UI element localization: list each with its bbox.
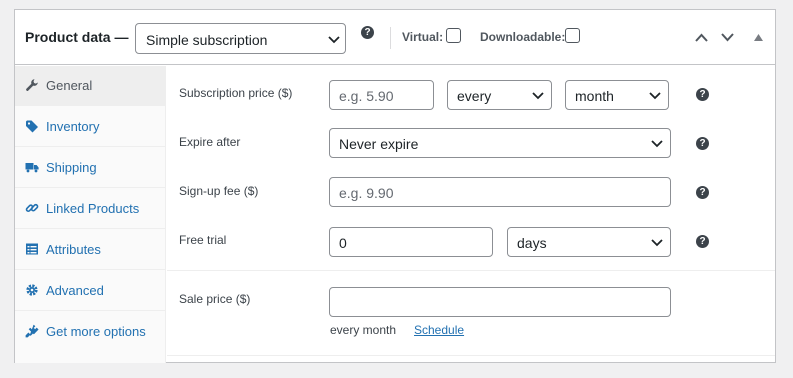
tab-shipping[interactable]: Shipping xyxy=(15,148,166,188)
expire-after-label: Expire after xyxy=(179,135,241,149)
list-icon xyxy=(26,243,38,255)
product-type-select[interactable]: Simple subscription xyxy=(135,23,346,54)
free-trial-period-select[interactable]: days xyxy=(507,227,671,257)
tab-general-label: General xyxy=(46,78,93,93)
sale-price-description: every month xyxy=(330,323,397,337)
tab-inventory[interactable]: Inventory xyxy=(15,107,166,147)
truck-icon xyxy=(25,163,39,173)
general-options-panel: Subscription price ($) e.g. 5.90 every m… xyxy=(167,66,775,363)
tab-advanced-label: Advanced xyxy=(46,283,104,298)
schedule-link[interactable]: Schedule xyxy=(414,323,464,337)
chevron-down-icon xyxy=(328,36,340,44)
free-trial-length-value: 0 xyxy=(339,235,347,251)
tab-advanced[interactable]: Advanced xyxy=(15,271,166,311)
collapse-toggle-icon[interactable] xyxy=(754,34,763,41)
tab-general[interactable]: General xyxy=(15,66,166,106)
plugin-icon xyxy=(25,324,39,338)
sale-price-label: Sale price ($) xyxy=(179,292,251,306)
product-type-help-icon[interactable]: ? xyxy=(361,26,374,39)
tab-shipping-label: Shipping xyxy=(46,160,97,175)
chevron-down-icon xyxy=(649,92,661,100)
tab-attributes[interactable]: Attributes xyxy=(15,230,166,270)
chevron-down-icon xyxy=(651,239,663,247)
product-data-tabs: General Inventory Shipping Linked Produc… xyxy=(15,66,166,363)
wrench-icon xyxy=(26,79,38,91)
virtual-checkbox[interactable] xyxy=(446,28,461,43)
tab-get-more-options-label: Get more options xyxy=(46,324,146,339)
free-trial-label: Free trial xyxy=(179,233,227,247)
billing-period-value: month xyxy=(575,88,614,104)
tab-linked-products[interactable]: Linked Products xyxy=(15,189,166,229)
link-icon xyxy=(25,203,39,213)
panel-header: Product data — Simple subscription ? Vir… xyxy=(15,10,775,65)
subscription-price-input[interactable]: e.g. 5.90 xyxy=(329,80,434,110)
section-divider-bottom xyxy=(167,355,775,356)
signup-fee-label: Sign-up fee ($) xyxy=(179,184,259,198)
billing-period-select[interactable]: month xyxy=(565,80,669,110)
subscription-price-label: Subscription price ($) xyxy=(179,86,293,100)
tab-inventory-label: Inventory xyxy=(46,119,100,134)
chevron-down-icon xyxy=(651,140,663,148)
section-divider xyxy=(167,270,775,271)
tag-icon xyxy=(26,120,38,133)
signup-fee-placeholder: e.g. 9.90 xyxy=(339,185,394,201)
sale-price-input[interactable] xyxy=(329,287,671,317)
expire-after-value: Never expire xyxy=(339,136,419,152)
expire-after-help-icon[interactable]: ? xyxy=(696,137,709,150)
signup-fee-input[interactable]: e.g. 9.90 xyxy=(329,177,671,207)
product-data-panel: Product data — Simple subscription ? Vir… xyxy=(14,9,776,363)
subscription-price-placeholder: e.g. 5.90 xyxy=(339,88,394,104)
virtual-label: Virtual: xyxy=(402,30,444,44)
subscription-price-help-icon[interactable]: ? xyxy=(696,88,709,101)
panel-title: Product data — xyxy=(25,29,129,45)
move-down-icon[interactable] xyxy=(721,33,734,42)
tab-attributes-label: Attributes xyxy=(46,242,101,257)
chevron-down-icon xyxy=(532,92,544,100)
product-type-value: Simple subscription xyxy=(146,32,268,48)
billing-interval-value: every xyxy=(457,88,492,104)
expire-after-select[interactable]: Never expire xyxy=(329,128,671,158)
billing-interval-select[interactable]: every xyxy=(447,80,552,110)
downloadable-checkbox[interactable] xyxy=(565,28,580,43)
free-trial-help-icon[interactable]: ? xyxy=(696,235,709,248)
downloadable-label: Downloadable: xyxy=(480,30,566,44)
header-divider xyxy=(390,27,391,49)
free-trial-length-input[interactable]: 0 xyxy=(329,227,493,257)
gear-icon xyxy=(26,284,38,296)
tab-get-more-options[interactable]: Get more options xyxy=(15,312,166,352)
free-trial-period-value: days xyxy=(517,235,547,251)
signup-fee-help-icon[interactable]: ? xyxy=(696,186,709,199)
tab-linked-products-label: Linked Products xyxy=(46,201,140,216)
move-up-icon[interactable] xyxy=(695,33,708,42)
